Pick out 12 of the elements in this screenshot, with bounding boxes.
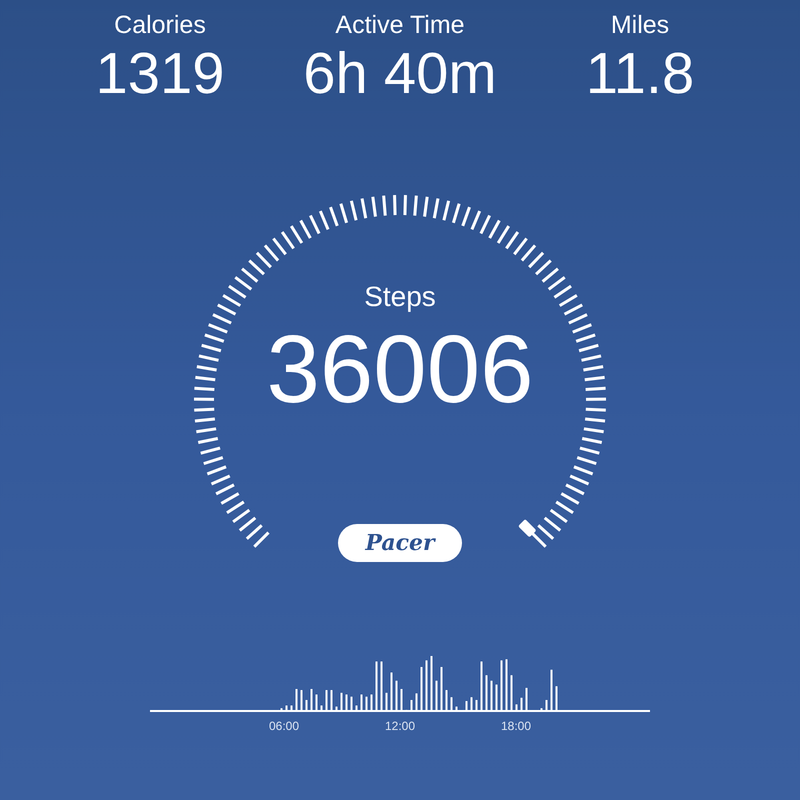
stat-value: 6h 40m — [303, 42, 497, 106]
pacer-logo: Pacer — [365, 528, 435, 558]
time-label: 12:00 — [384, 718, 416, 735]
stat-label: Miles — [610, 10, 670, 41]
stat-value: 1319 — [95, 42, 225, 106]
stat-value: 11.8 — [586, 42, 694, 106]
stat-label: Active Time — [335, 10, 465, 41]
steps-count: 36006 — [266, 315, 534, 425]
stat-label: Calories — [114, 10, 206, 41]
time-label: 06:00 — [268, 718, 300, 735]
steps-label: Steps — [364, 280, 436, 314]
time-label: 18:00 — [500, 718, 532, 735]
